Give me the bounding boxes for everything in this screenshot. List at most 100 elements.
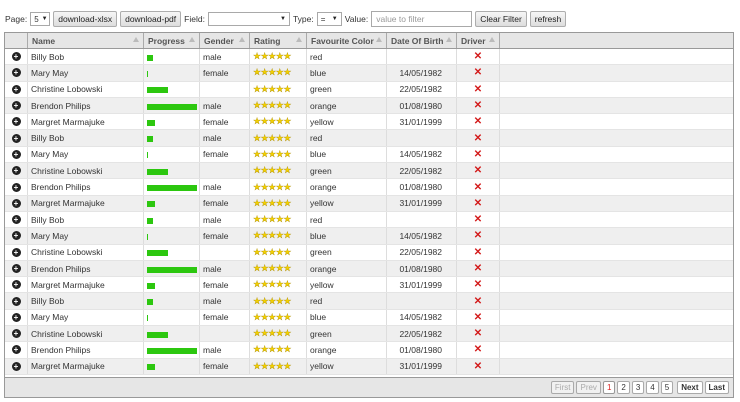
plus-circle-icon[interactable]: + — [11, 264, 21, 273]
favourite-color-cell: blue — [307, 228, 387, 244]
table-row[interactable]: + Billy Bob male ★ ★ ★ ★ ★ red ✕ — [5, 293, 733, 310]
table-row[interactable]: + Margret Marmajuke female ★ ★ ★ ★ ★ yellow 31/01… — [5, 358, 733, 375]
star-icon: ★ — [253, 83, 261, 94]
plus-circle-icon[interactable]: + — [11, 166, 21, 176]
column-header-driver[interactable]: Driver — [457, 33, 500, 48]
plus-circle-icon[interactable]: + — [11, 198, 21, 208]
date-of-birth-cell — [387, 130, 457, 146]
column-header-gender[interactable]: Gender — [200, 33, 250, 48]
row-toggle[interactable]: + — [5, 228, 28, 244]
refresh-button[interactable]: refresh — [529, 11, 567, 27]
plus-circle-icon[interactable]: + — [11, 215, 21, 225]
plus-circle-icon[interactable]: + — [11, 84, 21, 94]
download-xlsx-button[interactable]: download-xlsx — [53, 11, 118, 27]
download-pdf-button[interactable]: download-pdf — [120, 11, 182, 27]
table-row[interactable]: + Brendon Philips male ★ ★ ★ ★ ★ orange 01/08/198… — [5, 260, 733, 278]
row-toggle[interactable]: + — [5, 260, 28, 277]
column-header-name[interactable]: Name — [28, 33, 144, 48]
sort-arrow-icon[interactable] — [189, 37, 195, 42]
page-size-select[interactable]: 5 ▼ — [30, 12, 51, 26]
row-toggle[interactable]: + — [5, 342, 28, 358]
page-number-button[interactable]: 2 — [617, 381, 630, 394]
plus-circle-icon[interactable]: + — [11, 52, 21, 62]
sort-arrow-icon[interactable] — [446, 37, 452, 42]
row-toggle[interactable]: + — [5, 293, 28, 309]
table-row[interactable]: + Christine Lobowski ★ ★ ★ ★ ★ green 22/05/1982 ✕ — [5, 326, 733, 343]
plus-circle-icon[interactable]: + — [11, 296, 21, 306]
next-page-button[interactable]: Next — [677, 381, 703, 394]
type-select[interactable]: = ▼ — [316, 12, 342, 26]
row-toggle[interactable]: + — [5, 358, 28, 374]
favourite-color-cell: blue — [307, 65, 387, 81]
row-filler — [500, 293, 733, 308]
sort-arrow-icon[interactable] — [296, 37, 302, 42]
field-select[interactable]: ▼ — [207, 12, 290, 26]
table-row[interactable]: + Mary May female ★ ★ ★ ★ ★ blue 14/05/1982 ✕ — [5, 228, 733, 245]
plus-circle-icon[interactable]: + — [11, 133, 21, 143]
plus-circle-icon[interactable]: + — [11, 361, 21, 371]
table-row[interactable]: + Mary May female ★ ★ ★ ★ ★ blue 14/05/1982 ✕ — [5, 65, 733, 82]
plus-circle-icon[interactable]: + — [11, 149, 21, 159]
row-toggle[interactable]: + — [5, 130, 28, 146]
table-row[interactable]: + Billy Bob male ★ ★ ★ ★ ★ red ✕ — [5, 130, 733, 147]
row-toggle[interactable]: + — [5, 326, 28, 342]
row-toggle[interactable]: + — [5, 97, 28, 114]
column-header-progress[interactable]: Progress — [144, 33, 200, 48]
row-toggle[interactable]: + — [5, 277, 28, 293]
plus-circle-icon[interactable]: + — [11, 101, 21, 111]
table-row[interactable]: + Mary May female ★ ★ ★ ★ ★ blue 14/05/1982 ✕ — [5, 309, 733, 327]
row-toggle[interactable]: + — [5, 309, 28, 326]
value-filter-input[interactable]: value to filter — [371, 11, 473, 27]
clear-filter-button[interactable]: Clear Filter — [475, 11, 527, 27]
row-toggle[interactable]: + — [5, 114, 28, 130]
plus-circle-icon[interactable]: + — [11, 117, 21, 127]
page-number-button[interactable]: 3 — [631, 381, 645, 394]
column-header-favourite-color[interactable]: Favourite Color — [307, 33, 387, 48]
first-page-button[interactable]: First — [550, 381, 575, 394]
table-row[interactable]: + Christine Lobowski ★ ★ ★ ★ ★ green 22/05/1982 ✕ — [5, 81, 733, 98]
table-row[interactable]: + Billy Bob male ★ ★ ★ ★ ★ red ✕ — [5, 49, 733, 66]
plus-circle-icon[interactable]: + — [11, 345, 21, 355]
star-icon: ★ — [253, 263, 261, 273]
star-icon: ★ — [268, 263, 276, 273]
table-row[interactable]: + Brendon Philips male ★ ★ ★ ★ ★ orange 01/08/198… — [5, 97, 733, 115]
sort-arrow-icon[interactable] — [239, 37, 245, 42]
row-toggle[interactable]: + — [5, 49, 28, 65]
sort-arrow-icon[interactable] — [376, 37, 382, 42]
row-toggle[interactable]: + — [5, 65, 28, 81]
row-toggle[interactable]: + — [5, 163, 28, 179]
plus-circle-icon[interactable]: + — [11, 312, 21, 322]
column-header-rating[interactable]: Rating — [250, 33, 307, 48]
page-number-button[interactable]: 4 — [646, 381, 659, 394]
column-header-date-of-birth[interactable]: Date Of Birth — [387, 33, 457, 48]
rating-cell: ★ ★ ★ ★ ★ — [250, 49, 307, 65]
row-toggle[interactable]: + — [5, 179, 28, 195]
sort-arrow-icon[interactable] — [489, 37, 495, 42]
plus-circle-icon[interactable]: + — [11, 182, 21, 192]
row-toggle[interactable]: + — [5, 244, 28, 260]
table-row[interactable]: + Christine Lobowski ★ ★ ★ ★ ★ green 22/05/1982 ✕ — [5, 163, 733, 180]
table-row[interactable]: + Margret Marmajuke female ★ ★ ★ ★ ★ yellow 31/01… — [5, 195, 733, 212]
row-toggle[interactable]: + — [5, 81, 28, 97]
name-cell: Billy Bob — [28, 211, 144, 228]
row-toggle[interactable]: + — [5, 195, 28, 211]
last-page-button[interactable]: Last — [704, 381, 729, 394]
plus-circle-icon[interactable]: + — [11, 329, 21, 339]
page-number-button[interactable]: 5 — [660, 381, 674, 394]
table-row[interactable]: + Billy Bob male ★ ★ ★ ★ ★ red ✕ — [5, 211, 733, 229]
row-toggle[interactable]: + — [5, 146, 28, 163]
plus-circle-icon[interactable]: + — [11, 68, 21, 78]
page-number-button[interactable]: 1 — [602, 381, 616, 394]
table-row[interactable]: + Christine Lobowski ★ ★ ★ ★ ★ green 22/05/1982 ✕ — [5, 244, 733, 261]
row-toggle[interactable]: + — [5, 211, 28, 228]
plus-circle-icon[interactable]: + — [11, 231, 21, 241]
table-row[interactable]: + Mary May female ★ ★ ★ ★ ★ blue 14/05/1982 ✕ — [5, 146, 733, 164]
plus-circle-icon[interactable]: + — [11, 280, 21, 290]
prev-page-button[interactable]: Prev — [576, 381, 601, 394]
table-row[interactable]: + Margret Marmajuke female ★ ★ ★ ★ ★ yellow 31/01… — [5, 277, 733, 294]
plus-circle-icon[interactable]: + — [11, 247, 21, 257]
sort-arrow-icon[interactable] — [133, 37, 139, 42]
table-row[interactable]: + Brendon Philips male ★ ★ ★ ★ ★ orange 01/08/198… — [5, 179, 733, 196]
table-row[interactable]: + Brendon Philips male ★ ★ ★ ★ ★ orange 01/08/198… — [5, 342, 733, 359]
table-row[interactable]: + Margret Marmajuke female ★ ★ ★ ★ ★ yellow 31/01… — [5, 114, 733, 131]
